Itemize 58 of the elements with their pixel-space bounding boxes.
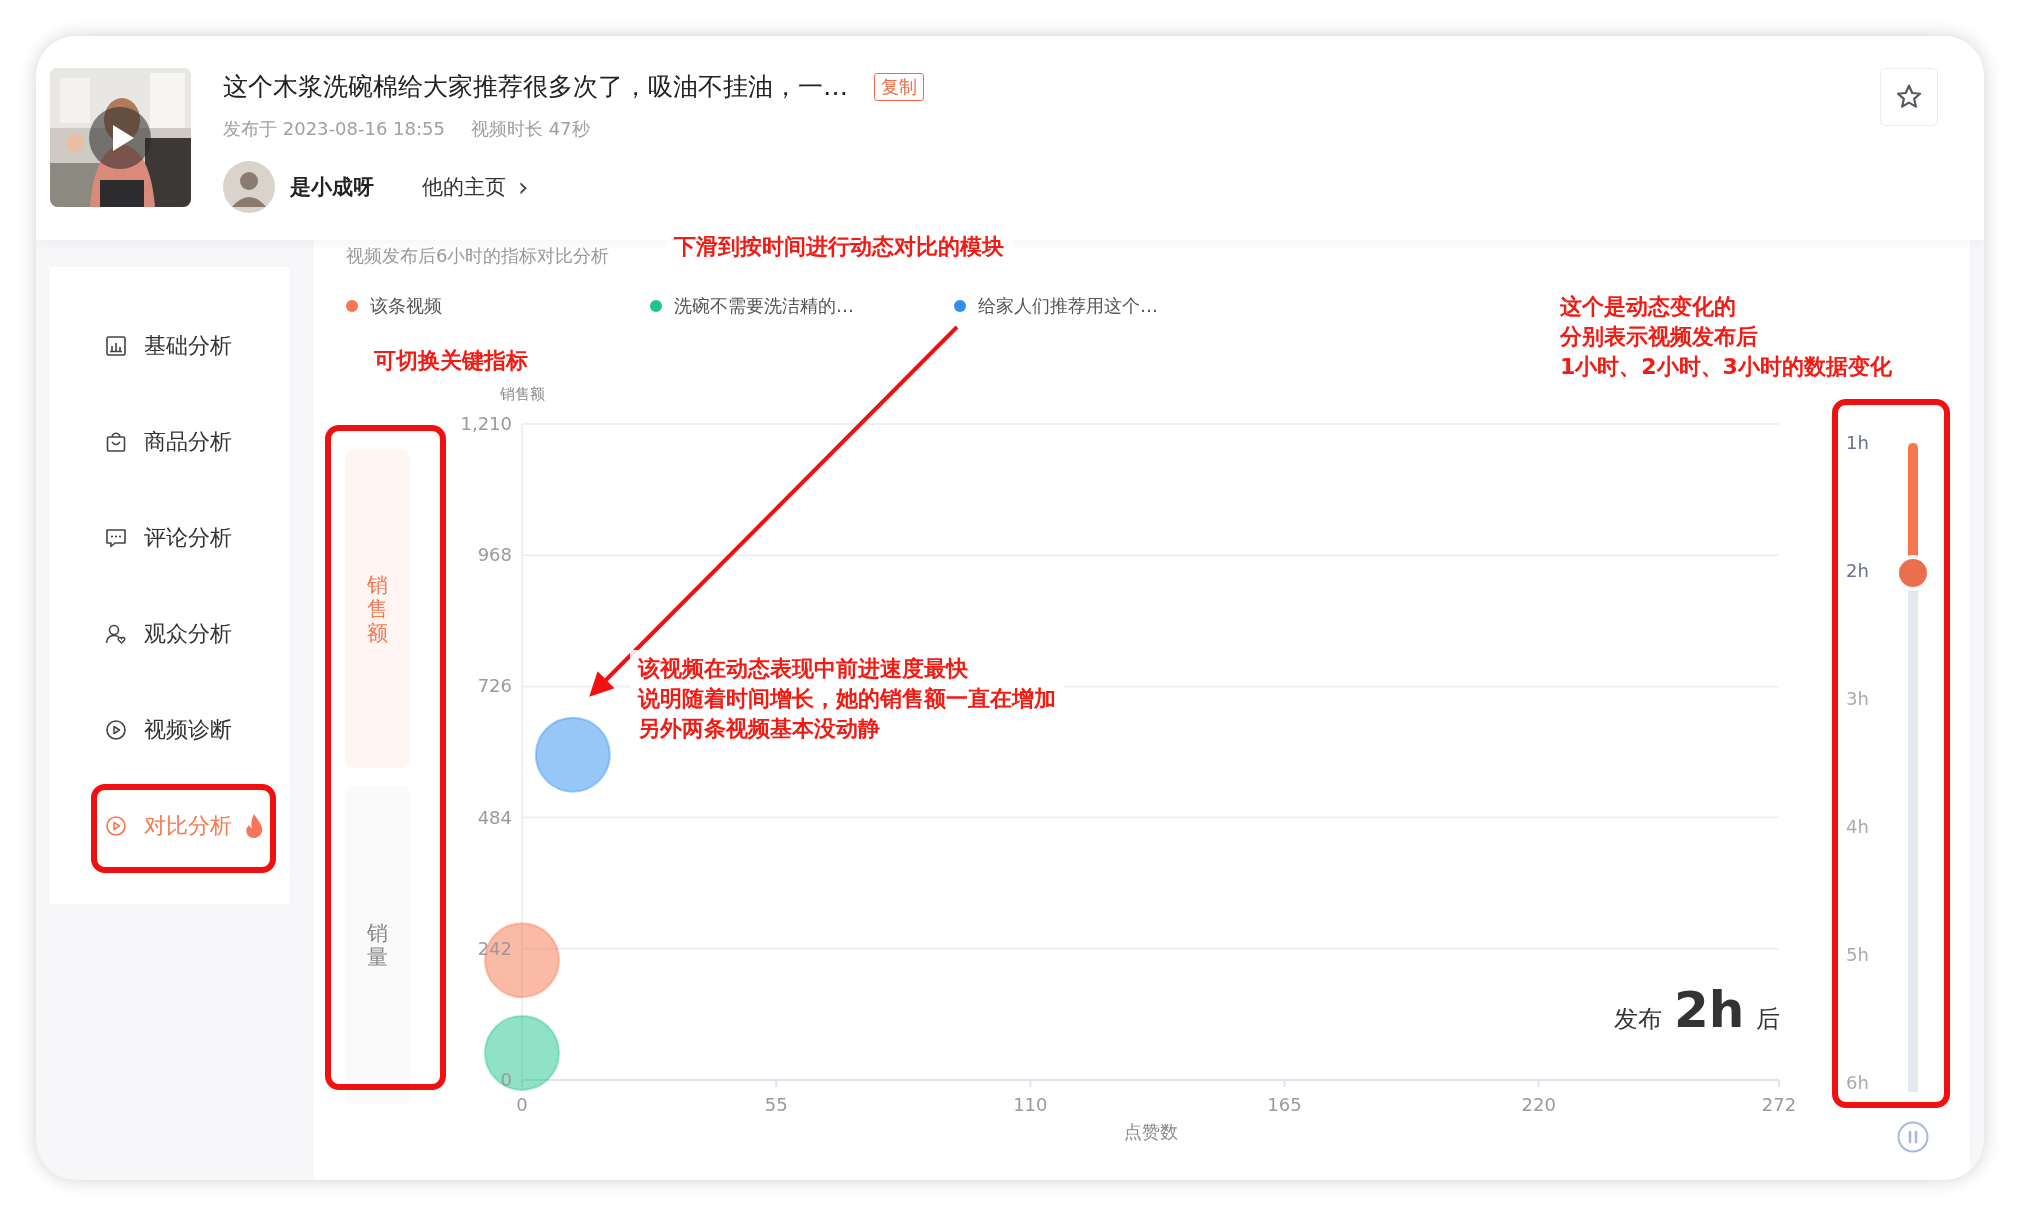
time-tick-label: 2h <box>1846 560 1869 581</box>
x-tick-label: 55 <box>764 1094 788 1115</box>
x-tick-label: 110 <box>1013 1094 1048 1115</box>
slider-handle[interactable] <box>1899 558 1927 587</box>
favorite-button[interactable] <box>1880 68 1938 126</box>
chat-icon <box>104 526 128 550</box>
video-title: 这个木浆洗碗棉给大家推荐很多次了，吸油不挂油，一… <box>223 71 848 103</box>
sidebar-item[interactable]: 观众分析 <box>50 586 290 682</box>
y-tick-label: 0 <box>500 1069 512 1090</box>
play-icon <box>104 718 128 742</box>
y-tick-label: 968 <box>477 544 512 566</box>
time-tick-label: 4h <box>1846 816 1869 837</box>
y-axis-label: 销售额 <box>499 385 545 403</box>
chevron-icon: › <box>518 172 529 202</box>
annotation-note: 分别表示视频发布后 <box>1560 323 1758 351</box>
video-duration: 视频时长 47秒 <box>470 117 590 141</box>
avatar <box>223 161 275 213</box>
annotation-note: 说明随着时间增长，她的销售额一直在增加 <box>638 685 1056 713</box>
elapsed-suffix: 后 <box>1756 1004 1781 1035</box>
x-tick-label: 272 <box>1761 1094 1797 1115</box>
annotation-note: 1小时、2小时、3小时的数据变化 <box>1560 353 1892 381</box>
x-axis-label: 点赞数 <box>1123 1121 1178 1142</box>
annotation-note: 可切换关键指标 <box>374 347 528 375</box>
sidebar-item[interactable]: 商品分析 <box>50 394 290 490</box>
y-tick-label: 726 <box>477 675 512 697</box>
play-icon <box>104 814 128 838</box>
annotation-note: 该视频在动态表现中前进速度最快 <box>638 655 968 683</box>
author-name: 是小成呀 <box>290 174 374 201</box>
metric-tab[interactable]: 销量 <box>345 786 410 1104</box>
annotation-note: 另外两条视频基本没动静 <box>638 715 880 743</box>
annotation-note: 这个是动态变化的 <box>1560 293 1736 321</box>
x-tick-label: 0 <box>516 1094 528 1115</box>
elapsed-prefix: 发布 <box>1614 1004 1662 1035</box>
time-tick-label: 6h <box>1846 1072 1869 1093</box>
y-tick-label: 1,210 <box>460 413 512 434</box>
sidebar-item[interactable]: 视频诊断 <box>50 682 290 778</box>
sidebar-item[interactable]: 评论分析 <box>50 490 290 586</box>
chart-icon <box>104 334 128 358</box>
publish-time: 发布于 2023-08-16 18:55 <box>223 117 445 141</box>
elapsed-hours: 2h <box>1674 981 1745 1039</box>
homepage-link[interactable]: 他的主页 <box>422 173 506 201</box>
pause-button[interactable] <box>1897 1121 1929 1153</box>
pause-icon <box>1897 1121 1929 1153</box>
legend-label: 给家人们推荐用这个… <box>978 294 1158 318</box>
x-tick-label: 165 <box>1267 1094 1302 1115</box>
legend-label: 该条视频 <box>370 294 442 318</box>
x-tick-label: 220 <box>1521 1094 1556 1115</box>
annotation-note: 下滑到按时间进行动态对比的模块 <box>674 233 1004 261</box>
legend-label: 洗碗不需要洗洁精的… <box>674 294 854 318</box>
sidebar-item[interactable]: 基础分析 <box>50 298 290 394</box>
time-tick-label: 1h <box>1846 432 1869 453</box>
bag-icon <box>104 430 128 454</box>
time-tick-label: 5h <box>1846 944 1869 965</box>
y-tick-label: 484 <box>477 806 512 828</box>
play-icon[interactable] <box>88 106 152 170</box>
panel-subtitle: 视频发布后6小时的指标对比分析 <box>346 244 610 268</box>
time-tick-label: 3h <box>1846 688 1869 709</box>
user-icon <box>104 622 128 646</box>
